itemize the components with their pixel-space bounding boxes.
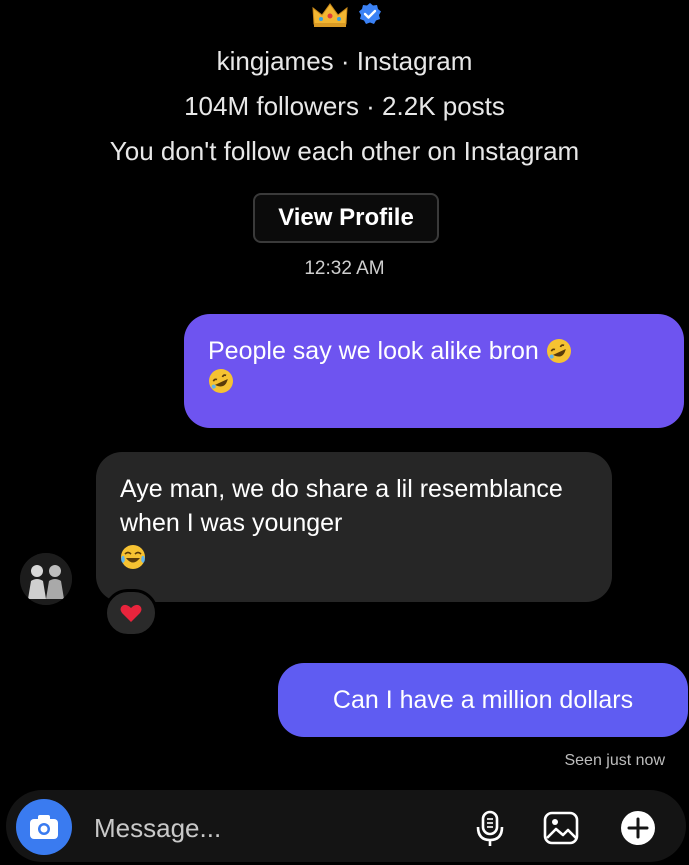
sender-avatar[interactable]: [20, 553, 72, 605]
follow-status-line: You don't follow each other on Instagram: [109, 136, 580, 166]
message-text: Can I have a million dollars: [332, 685, 634, 714]
seen-status: Seen just now: [564, 752, 665, 769]
message-reaction[interactable]: [104, 589, 158, 637]
verified-badge-icon: [359, 3, 381, 24]
profile-badges: [0, 0, 689, 36]
avatar-image: [20, 553, 72, 605]
message-composer: [6, 790, 686, 862]
add-icon[interactable]: [618, 808, 658, 848]
profile-handle-line: kingjames · Instagram: [216, 46, 473, 76]
message-text: Aye man, we do share a lil resemblance w…: [120, 475, 563, 537]
microphone-icon[interactable]: [470, 808, 510, 848]
rolling-on-floor-laughing-icon: [209, 369, 233, 393]
outgoing-message-bubble[interactable]: Can I have a million dollars: [278, 663, 688, 737]
message-input[interactable]: [94, 813, 424, 843]
rolling-on-floor-laughing-icon: [546, 339, 571, 363]
message-text: People say we look alike bron: [208, 337, 539, 365]
outgoing-message-bubble[interactable]: People say we look alike bron: [184, 314, 684, 428]
crown-icon: [312, 3, 348, 27]
face-with-tears-of-joy-icon: [121, 545, 145, 569]
red-heart-icon: [120, 604, 142, 622]
camera-button[interactable]: [16, 799, 72, 855]
camera-icon: [30, 815, 58, 839]
view-profile-button[interactable]: View Profile: [253, 193, 439, 243]
profile-stats-line: 104M followers · 2.2K posts: [184, 91, 505, 121]
gallery-icon[interactable]: [541, 808, 581, 848]
incoming-message-bubble[interactable]: Aye man, we do share a lil resemblance w…: [96, 452, 612, 602]
message-timestamp: 12:32 AM: [304, 258, 385, 279]
